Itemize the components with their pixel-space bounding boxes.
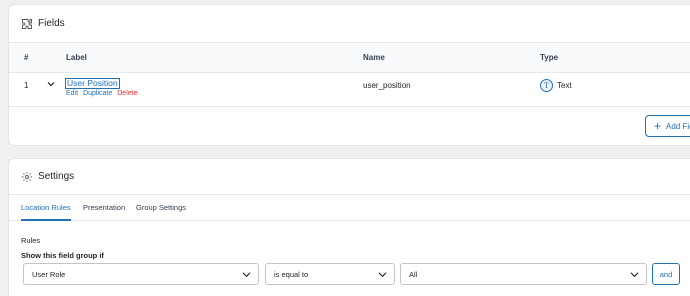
rule-value-select[interactable]: All	[400, 263, 647, 285]
rule-value-value: All	[409, 269, 418, 279]
fields-table-header: # Label Name Type	[9, 43, 690, 73]
and-button[interactable]: and	[652, 263, 680, 285]
plus-icon: +	[654, 119, 662, 133]
column-type: Type	[540, 53, 559, 62]
rules-subheading: Show this field group if	[21, 251, 104, 260]
rules-heading: Rules	[21, 236, 41, 245]
fields-panel-header: Fields	[9, 5, 690, 43]
delete-link[interactable]: Delete	[117, 90, 137, 97]
settings-panel-title: Settings	[38, 171, 75, 182]
field-label-link[interactable]: User Position	[65, 78, 120, 89]
settings-panel-header: Settings	[9, 159, 690, 195]
add-field-label: Add Fiel	[666, 121, 690, 131]
column-name: Name	[363, 53, 385, 62]
rule-operator-value: is equal to	[274, 269, 309, 279]
tab-group-settings[interactable]: Group Settings	[136, 203, 186, 212]
active-tab-indicator	[21, 219, 71, 221]
add-field-button[interactable]: + Add Fiel	[645, 115, 690, 137]
rule-param-value: User Role	[32, 269, 66, 279]
chevron-down-icon	[378, 272, 387, 278]
rule-param-select[interactable]: User Role	[23, 263, 259, 285]
table-row[interactable]: 1 User Position Edit Duplicate Delete us…	[9, 73, 690, 107]
chevron-down-icon	[630, 272, 639, 278]
duplicate-link[interactable]: Duplicate	[83, 90, 112, 97]
rule-operator-select[interactable]: is equal to	[265, 263, 395, 285]
column-label: Label	[66, 53, 87, 62]
tab-presentation[interactable]: Presentation	[83, 203, 125, 212]
puzzle-icon	[22, 18, 32, 29]
field-type: T Text	[540, 79, 572, 92]
gear-icon	[22, 171, 32, 182]
fields-panel: Fields # Label Name Type 1 User Position…	[8, 4, 690, 146]
row-actions: Edit Duplicate Delete	[66, 90, 137, 97]
fields-panel-title: Fields	[38, 18, 65, 29]
settings-panel: Settings Location Rules Presentation Gro…	[8, 158, 690, 296]
edit-link[interactable]: Edit	[66, 90, 78, 97]
chevron-down-icon[interactable]	[46, 79, 56, 89]
field-type-label: Text	[557, 81, 572, 90]
tab-location-rules[interactable]: Location Rules	[21, 203, 71, 212]
chevron-down-icon	[242, 272, 251, 278]
column-order: #	[24, 53, 29, 62]
field-name: user_position	[363, 81, 411, 90]
field-order: 1	[24, 81, 29, 90]
text-type-icon: T	[540, 79, 553, 92]
settings-tabs: Location Rules Presentation Group Settin…	[9, 195, 690, 221]
